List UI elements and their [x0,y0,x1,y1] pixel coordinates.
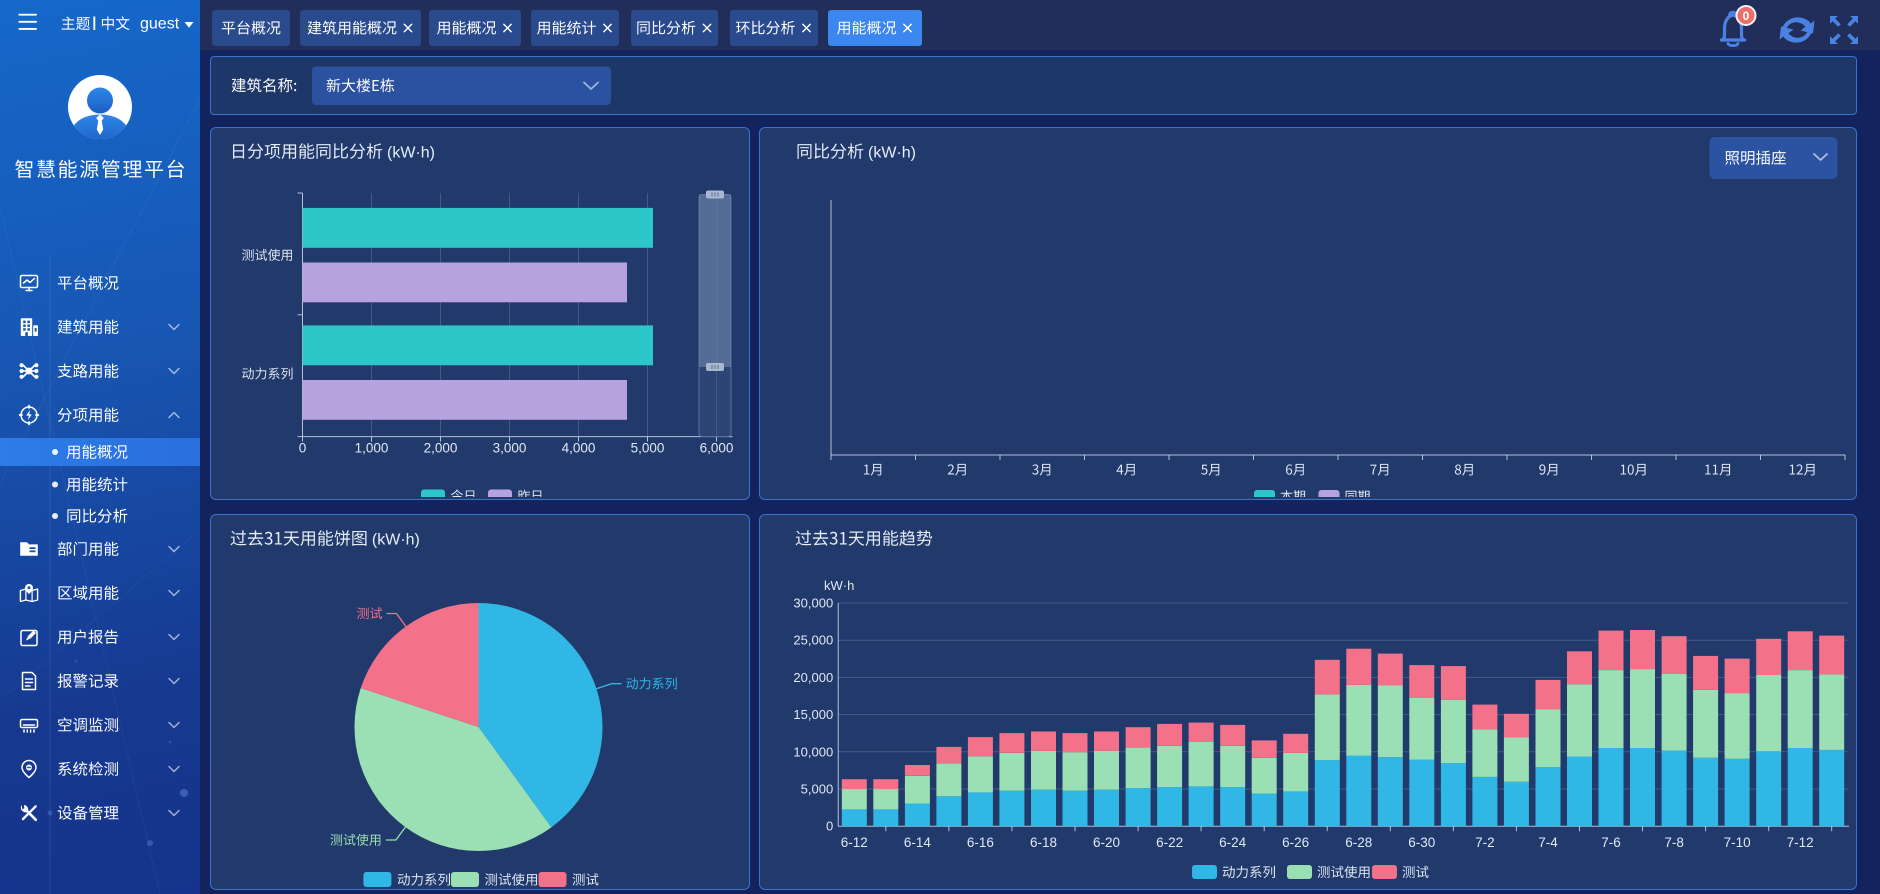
svg-text:(kW·h): (kW·h) [372,532,420,549]
svg-text:7-10: 7-10 [1724,835,1751,850]
svg-text:7-4: 7-4 [1538,835,1558,850]
svg-text:6-30: 6-30 [1408,835,1435,850]
svg-text:25,000: 25,000 [793,633,833,648]
svg-text:7-2: 7-2 [1475,835,1495,850]
svg-text:0: 0 [1743,9,1750,23]
svg-text:6-16: 6-16 [967,835,994,850]
svg-text:4,000: 4,000 [562,441,596,456]
svg-text:kW·h: kW·h [824,578,854,593]
svg-text:6-24: 6-24 [1219,835,1247,850]
svg-text:0: 0 [299,441,307,456]
svg-text:6-18: 6-18 [1030,835,1057,850]
svg-text:6-28: 6-28 [1345,835,1372,850]
svg-text:5,000: 5,000 [631,441,665,456]
svg-text:(kW·h): (kW·h) [387,145,435,162]
svg-text:2,000: 2,000 [424,441,458,456]
svg-text:7-6: 7-6 [1601,835,1621,850]
svg-text:6-20: 6-20 [1093,835,1120,850]
svg-text:15,000: 15,000 [793,707,833,722]
svg-text:5,000: 5,000 [801,782,834,797]
svg-text:7-8: 7-8 [1664,835,1684,850]
svg-text:6-26: 6-26 [1282,835,1309,850]
svg-text:7-12: 7-12 [1787,835,1814,850]
svg-text:6,000: 6,000 [700,441,734,456]
svg-text:6-14: 6-14 [904,835,932,850]
svg-text:6-22: 6-22 [1156,835,1183,850]
svg-text:20,000: 20,000 [793,670,833,685]
svg-text:1,000: 1,000 [355,441,389,456]
svg-text:(kW·h): (kW·h) [868,145,916,162]
svg-text:3,000: 3,000 [493,441,527,456]
svg-text:0: 0 [826,819,833,834]
svg-text:6-12: 6-12 [841,835,868,850]
svg-text:10,000: 10,000 [793,744,833,759]
svg-text:30,000: 30,000 [793,596,833,611]
